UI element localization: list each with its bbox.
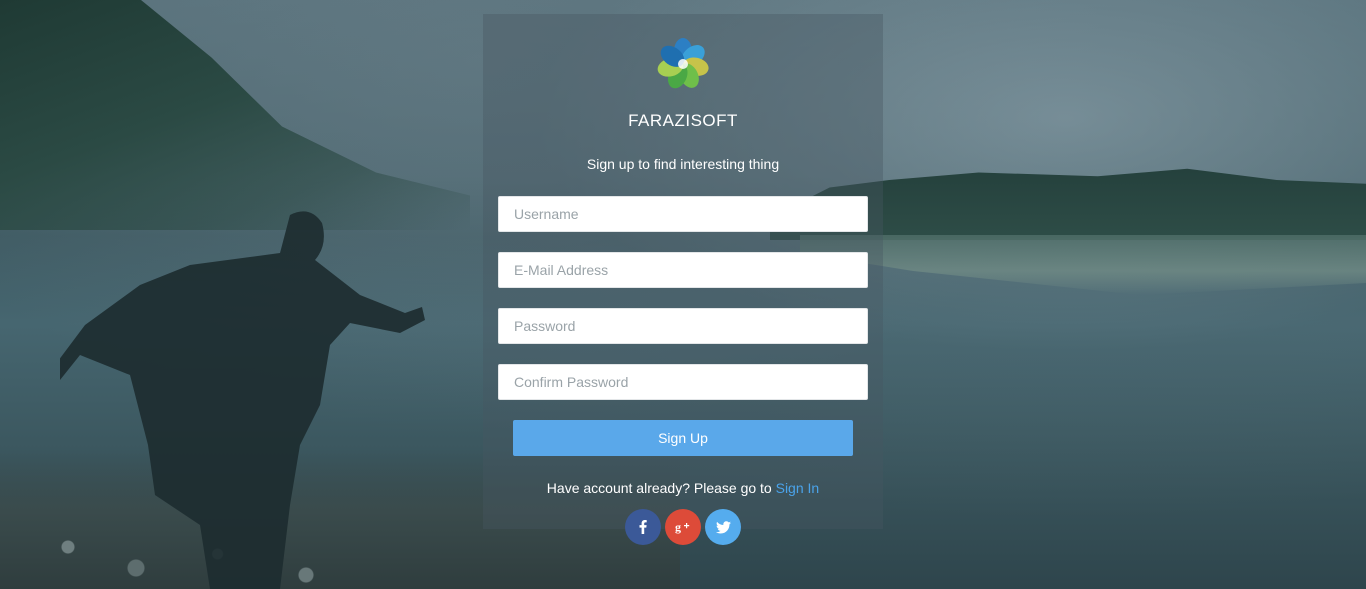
have-account-label: Have account already? Please go to — [546, 480, 776, 496]
flower-logo-icon — [657, 38, 709, 89]
username-input[interactable] — [498, 196, 868, 232]
brand-name: FARAZISOFT — [628, 111, 738, 130]
confirm-password-input[interactable] — [498, 364, 868, 400]
have-account-text: Have account already? Please go to Sign … — [483, 480, 883, 496]
password-input[interactable] — [498, 308, 868, 344]
signup-tagline: Sign up to find interesting thing — [586, 156, 780, 172]
background-person-silhouette — [60, 211, 425, 589]
google-plus-button[interactable]: g — [665, 509, 701, 545]
facebook-button[interactable] — [625, 509, 661, 545]
email-input[interactable] — [498, 252, 868, 288]
twitter-button[interactable] — [705, 509, 741, 545]
google-plus-icon: g — [675, 520, 690, 534]
svg-text:g: g — [675, 520, 681, 534]
twitter-icon — [715, 520, 731, 533]
sign-up-button[interactable]: Sign Up — [513, 420, 853, 456]
sign-in-link[interactable]: Sign In — [776, 480, 820, 496]
facebook-icon — [639, 520, 647, 534]
